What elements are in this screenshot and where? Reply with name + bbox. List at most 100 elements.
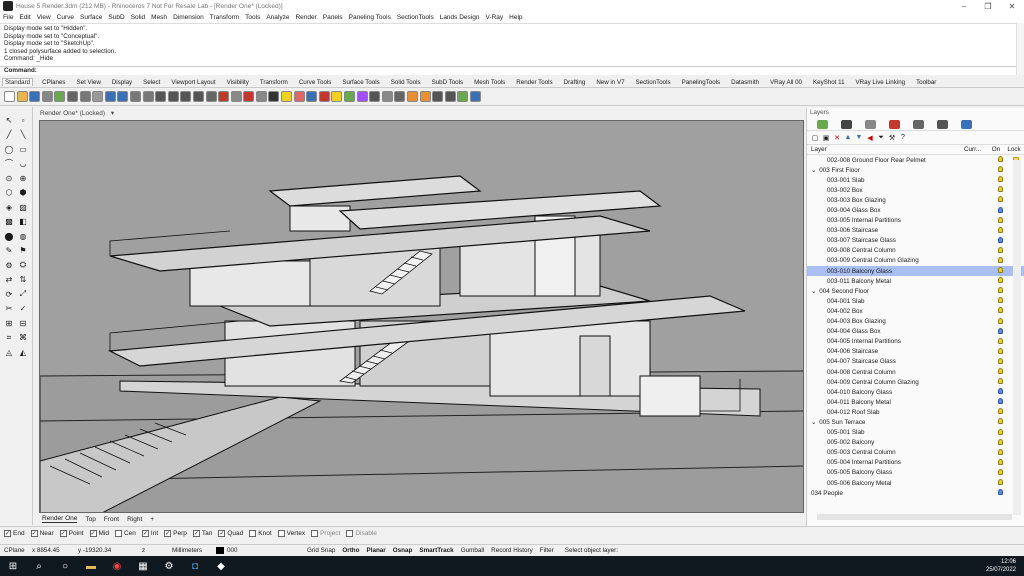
layer-row[interactable]: ⌄ 005 Sun Terrace xyxy=(807,417,1024,427)
tool-19-icon[interactable]: ⚑ xyxy=(17,245,29,256)
layer-row[interactable]: 003-011 Balcony Metal xyxy=(807,276,1024,286)
layer-visibility-bulb-icon[interactable] xyxy=(992,327,1008,336)
tool-28-icon[interactable]: ⊞ xyxy=(3,318,15,329)
restore-button[interactable]: ❐ xyxy=(976,2,1000,11)
tool-21-icon[interactable]: ⛭ xyxy=(17,260,29,271)
osnap-checkbox[interactable]: ✓ xyxy=(192,530,200,537)
layer-visibility-bulb-icon[interactable] xyxy=(992,357,1008,366)
tool-22-icon[interactable]: ⇄ xyxy=(3,274,15,285)
layer-row[interactable]: 004-012 Roof Slab xyxy=(807,407,1024,417)
layer-visibility-bulb-icon[interactable] xyxy=(992,378,1008,386)
status-toggle-planar[interactable]: Planar xyxy=(367,547,386,554)
menu-item-surface[interactable]: Surface xyxy=(80,14,102,21)
layer-row[interactable]: 003-003 Box Glazing xyxy=(807,195,1024,205)
tab-curve-tools[interactable]: Curve Tools xyxy=(297,79,334,86)
menu-item-dimension[interactable]: Dimension xyxy=(173,14,204,21)
status-toggle-record-history[interactable]: Record History xyxy=(491,547,533,554)
layer-row[interactable]: 002-008 Ground Floor Rear Pelmet xyxy=(807,155,1024,165)
layer-visibility-bulb-icon[interactable] xyxy=(992,479,1008,487)
layer-visibility-bulb-icon[interactable] xyxy=(992,307,1008,315)
menu-item-tools[interactable]: Tools xyxy=(245,14,260,21)
cplane-label[interactable]: CPlane xyxy=(0,547,32,554)
tab-subd-tools[interactable]: SubD Tools xyxy=(430,79,466,86)
tool-30-icon[interactable]: ⌗ xyxy=(3,332,15,343)
display-mode-icon[interactable] xyxy=(255,91,267,102)
tool-16-icon[interactable]: ⬤ xyxy=(3,231,15,242)
osnap-vertex[interactable]: Vertex xyxy=(277,530,305,537)
menu-item-edit[interactable]: Edit xyxy=(19,14,30,21)
osnap-point[interactable]: ✓ Point xyxy=(59,530,84,537)
display-tab-icon[interactable] xyxy=(865,119,876,129)
paste-icon[interactable] xyxy=(92,91,104,102)
layer-row[interactable]: 004-005 Internal Partitions xyxy=(807,337,1024,347)
vray-render-icon[interactable] xyxy=(419,91,431,102)
tab-toolbar[interactable]: Toolbar xyxy=(914,79,938,86)
layer-row[interactable]: 005-006 Balcony Metal xyxy=(807,478,1024,488)
layer-row[interactable]: 004-010 Balcony Glass xyxy=(807,387,1024,397)
osnap-knot[interactable]: Knot xyxy=(249,530,272,537)
layer-row[interactable]: 004-006 Staircase xyxy=(807,347,1024,357)
layer-row[interactable]: 004-002 Box xyxy=(807,306,1024,316)
osnap-cen[interactable]: Cen xyxy=(114,530,136,537)
tab-vray-live-linking[interactable]: VRay Live Linking xyxy=(854,79,908,86)
layer-visibility-bulb-icon[interactable] xyxy=(992,196,1008,204)
layer-visibility-bulb-icon[interactable] xyxy=(992,347,1008,356)
viewport-tab-render-one[interactable]: Render One xyxy=(42,515,78,523)
menu-item-file[interactable]: File xyxy=(3,14,13,21)
tab-solid-tools[interactable]: Solid Tools xyxy=(389,79,423,86)
layer-row[interactable]: 005-005 Balcony Glass xyxy=(807,468,1024,478)
tool-15-icon[interactable]: ◧ xyxy=(17,216,29,227)
tools-icon[interactable]: ⚒ xyxy=(888,134,896,142)
layers-scrollbar[interactable] xyxy=(1013,160,1021,515)
viewport-title[interactable]: Render One* (Locked) ▾ xyxy=(40,109,114,119)
layer-row[interactable]: 003-010 Balcony Glass xyxy=(807,266,1024,277)
units-label[interactable]: Millimeters xyxy=(172,547,216,554)
layer-visibility-bulb-icon[interactable] xyxy=(992,418,1008,426)
rotate-icon[interactable] xyxy=(142,91,154,102)
render-tab-icon[interactable] xyxy=(913,119,924,129)
tool-33-icon[interactable]: ◭ xyxy=(17,347,29,358)
keyshot-icon[interactable] xyxy=(432,91,444,102)
tool-11-icon[interactable]: ⬢ xyxy=(17,187,29,198)
layer-row[interactable]: ⌄ 004 Second Floor xyxy=(807,286,1024,296)
layer-visibility-bulb-icon[interactable] xyxy=(992,297,1008,305)
layer-row[interactable]: 004-008 Central Column xyxy=(807,367,1024,377)
new-sublayer-icon[interactable]: ▣ xyxy=(822,134,830,142)
layer-visibility-bulb-icon[interactable] xyxy=(992,368,1008,376)
four-view-icon[interactable] xyxy=(218,91,230,102)
tool-14-icon[interactable]: ▩ xyxy=(3,216,15,227)
menu-item-solid[interactable]: Solid xyxy=(131,14,145,21)
tool-2-icon[interactable]: ╱ xyxy=(3,129,15,140)
tab-surface-tools[interactable]: Surface Tools xyxy=(340,79,381,86)
options-icon[interactable] xyxy=(394,91,406,102)
osnap-disable[interactable]: Disable xyxy=(346,530,377,537)
expand-chevron-icon[interactable]: ⌄ xyxy=(811,288,816,295)
move-parent-icon[interactable]: ◀ xyxy=(866,134,874,142)
layer-row[interactable]: 005-002 Balcony xyxy=(807,438,1024,448)
layer-row[interactable]: 004-009 Central Column Glazing xyxy=(807,377,1024,387)
tool-9-icon[interactable]: ⊕ xyxy=(17,173,29,184)
layer-visibility-bulb-icon[interactable] xyxy=(992,256,1008,265)
pan-icon[interactable] xyxy=(129,91,141,102)
osnap-near[interactable]: ✓ Near xyxy=(30,530,54,537)
layer-row[interactable]: 003-008 Central Column xyxy=(807,246,1024,256)
layer-visibility-bulb-icon[interactable] xyxy=(992,166,1008,174)
menu-item-curve[interactable]: Curve xyxy=(57,14,74,21)
osnap-tan[interactable]: ✓ Tan xyxy=(192,530,212,537)
tab-mesh-tools[interactable]: Mesh Tools xyxy=(472,79,507,86)
tool-26-icon[interactable]: ✂ xyxy=(3,303,15,314)
layer-visibility-bulb-icon[interactable] xyxy=(992,428,1008,437)
tool-27-icon[interactable]: ✓ xyxy=(17,303,29,314)
file-explorer-icon[interactable]: ▬ xyxy=(78,556,104,576)
layer-visibility-bulb-icon[interactable] xyxy=(992,408,1008,416)
osnap-int[interactable]: ✓ Int xyxy=(141,530,158,537)
layer-visibility-bulb-icon[interactable] xyxy=(992,287,1008,295)
layer-row[interactable]: 005-004 Internal Partitions xyxy=(807,458,1024,468)
help-icon[interactable] xyxy=(469,91,481,102)
tab-panelingtools[interactable]: PanelingTools xyxy=(680,79,723,86)
osnap-checkbox[interactable]: ✓ xyxy=(141,530,149,537)
windows-start-icon[interactable]: ⊞ xyxy=(0,556,26,576)
grid-icon[interactable] xyxy=(230,91,242,102)
tool-6-icon[interactable]: ⌒ xyxy=(3,158,15,169)
sphere-icon[interactable] xyxy=(369,91,381,102)
